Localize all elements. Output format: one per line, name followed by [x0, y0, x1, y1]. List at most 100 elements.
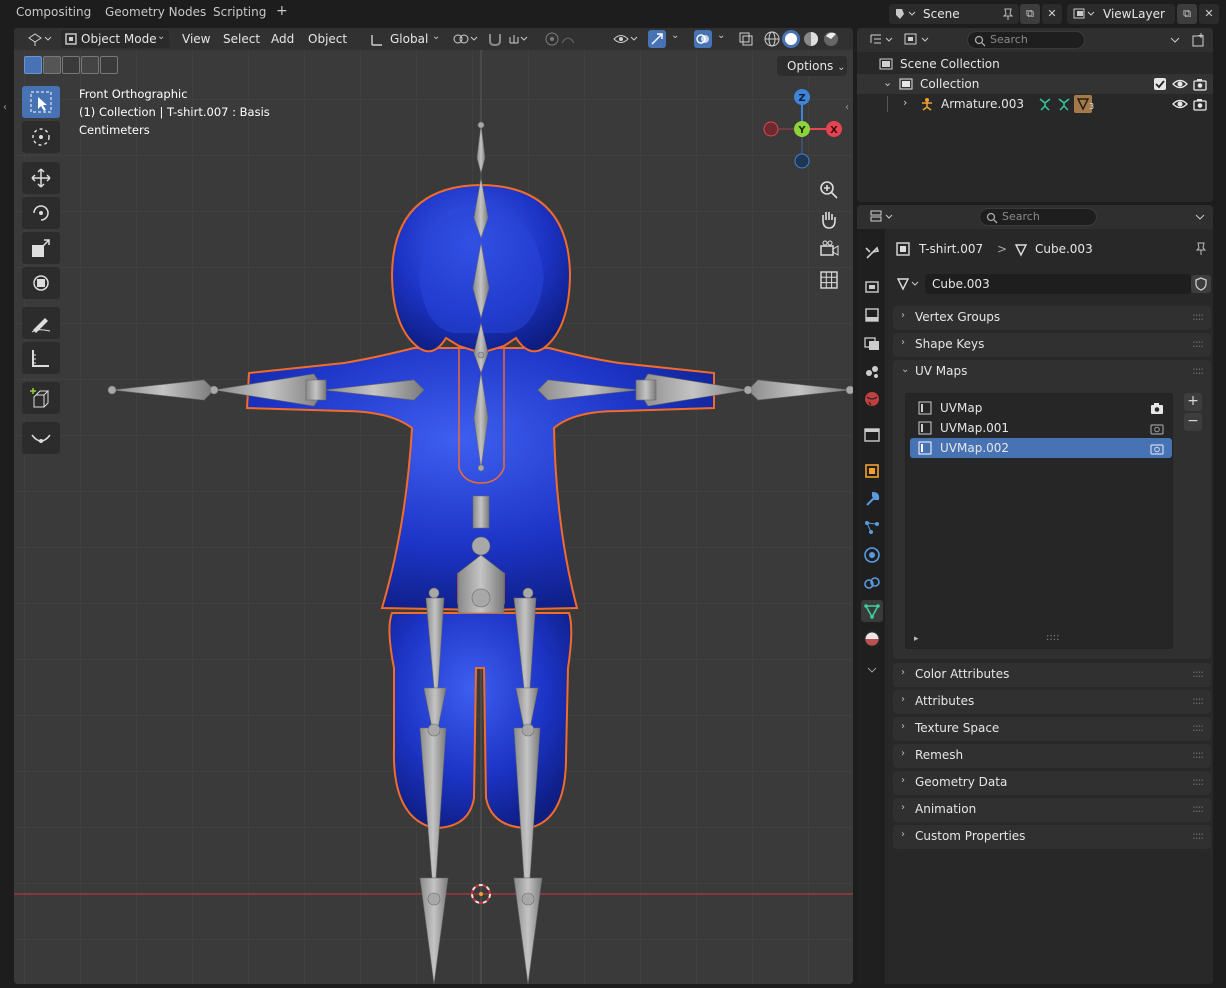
- panel-remesh[interactable]: › Remesh ::::: [893, 744, 1211, 768]
- proportional-edit-icon[interactable]: [544, 31, 584, 47]
- editor-type-icon[interactable]: [869, 209, 897, 225]
- add-cube-tool[interactable]: [22, 382, 60, 414]
- select-invert-icon[interactable]: [81, 56, 99, 74]
- armature-data-icon[interactable]: [1056, 97, 1072, 111]
- tab-scripting[interactable]: Scripting: [213, 5, 266, 19]
- drag-handle-icon[interactable]: ::::: [1192, 748, 1204, 761]
- gizmo-neg-x-axis[interactable]: [763, 121, 779, 137]
- pin-icon[interactable]: [1001, 7, 1015, 21]
- render-tab-icon[interactable]: [861, 276, 883, 298]
- add-uv-map-button[interactable]: +: [1184, 393, 1202, 411]
- zoom-icon[interactable]: [817, 178, 841, 202]
- sidebar-collapse-icon[interactable]: ‹: [845, 102, 849, 113]
- view-layer-tab-icon[interactable]: [861, 332, 883, 354]
- annotate-tool[interactable]: [22, 307, 60, 339]
- cursor-tool[interactable]: [22, 121, 60, 153]
- snap-icon[interactable]: [487, 31, 505, 47]
- display-mode-icon[interactable]: [903, 32, 933, 48]
- select-intersect-icon[interactable]: [100, 56, 118, 74]
- panel-geometry-data[interactable]: › Geometry Data ::::: [893, 771, 1211, 795]
- pivot-point-icon[interactable]: [452, 31, 480, 47]
- drag-handle-icon[interactable]: ::::: [1192, 694, 1204, 707]
- visibility-icon[interactable]: [612, 31, 640, 47]
- mode-selector[interactable]: Object Mode ⌄: [61, 30, 169, 48]
- add-workspace-button[interactable]: +: [276, 3, 288, 19]
- panel-shape-keys[interactable]: › Shape Keys ::::: [893, 333, 1211, 357]
- panel-uv-maps[interactable]: ⌄ UV Maps ::::: [893, 360, 1211, 384]
- chevron-down-icon[interactable]: [1193, 209, 1207, 225]
- outliner-armature[interactable]: › Armature.003 3: [857, 94, 1213, 114]
- filter-icon[interactable]: [1167, 32, 1183, 48]
- snap-target-icon[interactable]: [508, 31, 530, 47]
- toolbar-collapse-icon[interactable]: ‹: [3, 102, 7, 113]
- drag-handle-icon[interactable]: ::::: [1192, 364, 1204, 377]
- solid-shading-icon[interactable]: [782, 30, 800, 48]
- camera-icon[interactable]: [1193, 77, 1207, 91]
- uv-map-list[interactable]: UVMap UVMap.001 UVMap.002 ▸ ::::: [905, 393, 1173, 649]
- delete-scene-button[interactable]: ✕: [1042, 4, 1062, 24]
- uv-map-item[interactable]: UVMap.001: [910, 418, 1172, 438]
- fake-user-button[interactable]: [1191, 275, 1211, 293]
- drag-handle-icon[interactable]: ::::: [1192, 802, 1204, 815]
- drag-handle-icon[interactable]: ::::: [1192, 310, 1204, 323]
- measure-tool[interactable]: [22, 342, 60, 374]
- rendered-shading-icon[interactable]: [822, 30, 840, 48]
- transform-tool[interactable]: [22, 267, 60, 299]
- output-tab-icon[interactable]: [861, 304, 883, 326]
- constraints-tab-icon[interactable]: [861, 572, 883, 594]
- expand-chevron-icon[interactable]: ›: [903, 96, 907, 109]
- scene-selector[interactable]: Scene: [889, 4, 1019, 24]
- select-box-tool[interactable]: [22, 86, 60, 118]
- delete-viewlayer-button[interactable]: ✕: [1199, 4, 1219, 24]
- material-shading-icon[interactable]: [802, 30, 820, 48]
- checkbox-icon[interactable]: [1153, 77, 1167, 91]
- drag-handle-icon[interactable]: ::::: [1192, 337, 1204, 350]
- active-render-camera-icon[interactable]: [1150, 401, 1164, 415]
- menu-object[interactable]: Object: [308, 32, 347, 46]
- panel-animation[interactable]: › Animation ::::: [893, 798, 1211, 822]
- panel-vertex-groups[interactable]: › Vertex Groups ::::: [893, 306, 1211, 330]
- navigation-gizmo[interactable]: Z X Y: [754, 86, 844, 176]
- tab-compositing[interactable]: Compositing: [16, 5, 91, 19]
- scene-tab-icon[interactable]: [861, 360, 883, 382]
- transform-orientation-selector[interactable]: Global ⌄: [366, 30, 444, 48]
- eye-icon[interactable]: [1172, 77, 1188, 91]
- tool-tab-icon[interactable]: [861, 242, 883, 264]
- render-camera-icon[interactable]: [1150, 421, 1164, 435]
- list-filter-toggle-icon[interactable]: ▸: [914, 634, 919, 644]
- gizmo-toggle-icon[interactable]: [648, 30, 666, 48]
- move-tool[interactable]: [22, 162, 60, 194]
- pan-hand-icon[interactable]: [817, 208, 841, 232]
- uv-map-item[interactable]: UVMap: [910, 398, 1172, 418]
- uv-map-item-selected[interactable]: UVMap.002: [910, 438, 1172, 458]
- select-new-icon[interactable]: [24, 56, 42, 74]
- rotate-tool[interactable]: [22, 197, 60, 229]
- outliner-search-input[interactable]: Search: [967, 31, 1085, 49]
- xray-icon[interactable]: [738, 31, 754, 47]
- drag-handle-icon[interactable]: ::::: [1192, 721, 1204, 734]
- more-tabs-chevron-icon[interactable]: [861, 659, 883, 681]
- panel-color-attributes[interactable]: › Color Attributes ::::: [893, 663, 1211, 687]
- new-scene-button[interactable]: ⧉: [1020, 4, 1040, 24]
- mesh-browse-icon[interactable]: [895, 276, 923, 292]
- physics-tab-icon[interactable]: [861, 544, 883, 566]
- material-tab-icon[interactable]: [861, 628, 883, 650]
- eye-icon[interactable]: [1172, 97, 1188, 111]
- expand-chevron-icon[interactable]: ⌄: [883, 76, 892, 89]
- menu-add[interactable]: Add: [271, 32, 294, 46]
- ortho-grid-icon[interactable]: [817, 268, 841, 292]
- viewport-scene[interactable]: [14, 28, 853, 984]
- outliner-scene-collection[interactable]: Scene Collection: [857, 54, 1213, 74]
- camera-icon[interactable]: [1193, 97, 1207, 111]
- render-camera-icon[interactable]: [1150, 441, 1164, 455]
- select-extend-icon[interactable]: [43, 56, 61, 74]
- data-tab-icon[interactable]: [861, 600, 883, 622]
- drag-handle-icon[interactable]: ::::: [1192, 775, 1204, 788]
- 3d-viewport[interactable]: Object Mode ⌄ View Select Add Object Glo…: [14, 28, 853, 984]
- tab-geometry-nodes[interactable]: Geometry Nodes: [105, 5, 206, 19]
- remove-uv-map-button[interactable]: −: [1184, 413, 1202, 431]
- list-resize-handle-icon[interactable]: ::::: [1046, 632, 1059, 643]
- modifier-tab-icon[interactable]: [861, 488, 883, 510]
- pin-icon[interactable]: [1193, 241, 1209, 257]
- properties-search-input[interactable]: Search: [979, 208, 1097, 226]
